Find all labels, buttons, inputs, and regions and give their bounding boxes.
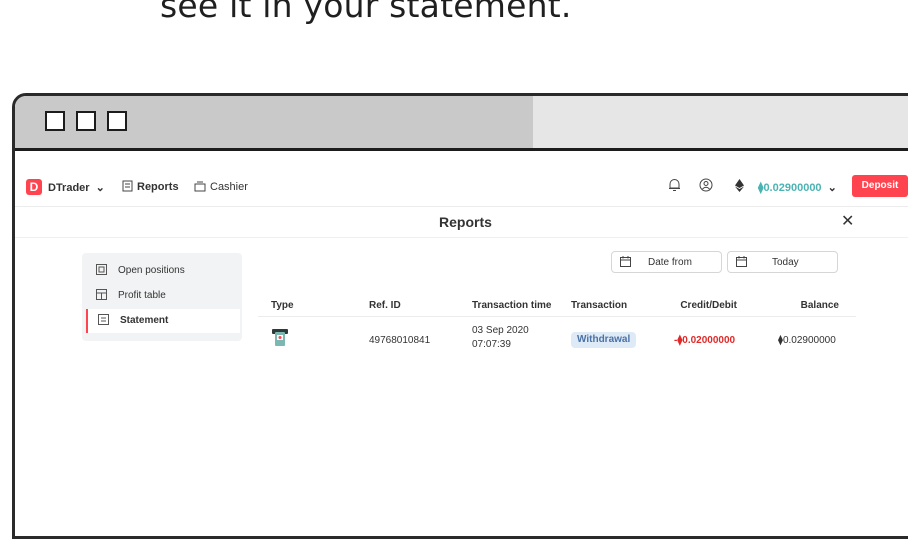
balance-value: 0.02900000 [763,182,822,194]
date-to-picker[interactable]: Today [727,251,838,273]
page-title: Reports [439,214,492,230]
open-positions-icon [96,264,107,278]
eth-currency-icon [735,179,744,195]
column-header-type: Type [271,300,294,311]
column-header-balance: Balance [800,300,839,311]
row-balance-value: 0.02900000 [782,335,836,346]
column-header-transaction-time: Transaction time [472,300,552,311]
row-credit-debit: -⧫0.02000000 [674,335,735,346]
sidebar-item-label: Profit table [118,290,166,301]
sidebar-item-label: Statement [120,315,169,326]
window-button-2[interactable] [76,111,96,131]
transaction-type-badge: Withdrawal [571,332,637,348]
deriv-logo[interactable]: D [26,179,42,195]
close-icon[interactable]: ✕ [841,211,854,231]
caption-text: see it in your statement. [160,0,572,25]
column-header-ref-id: Ref. ID [369,300,401,311]
calendar-icon [620,256,631,270]
account-balance[interactable]: ⧫0.02900000 ⌄ [758,181,837,194]
sidebar-item-open-positions[interactable]: Open positions [86,259,238,283]
window-button-3[interactable] [107,111,127,131]
nav-cashier-link[interactable]: Cashier [210,181,248,193]
row-time-clock: 07:07:39 [472,339,511,350]
account-icon[interactable] [699,178,713,195]
sidebar-item-profit-table[interactable]: Profit table [86,284,238,308]
window-button-1[interactable] [45,111,65,131]
cashier-icon [194,180,206,195]
window-titlebar [15,96,908,148]
titlebar-divider [15,148,908,151]
row-time-date: 03 Sep 2020 [472,325,529,336]
column-header-credit-debit: Credit/Debit [680,300,737,311]
deposit-button[interactable]: Deposit [852,175,908,197]
row-balance: ⧫0.02900000 [778,335,836,346]
date-from-picker[interactable]: Date from [611,251,722,273]
app-window: D DTrader ⌄ Reports Cashier ⧫0.02900000 … [12,93,908,539]
chevron-down-icon: ⌄ [827,182,837,194]
date-to-value: Today [772,257,799,268]
nav-reports-link[interactable]: Reports [137,181,179,193]
sidebar-item-statement[interactable]: Statement [86,309,240,333]
calendar-icon [736,256,747,270]
titlebar-left [15,96,533,148]
statement-icon [98,314,109,328]
column-header-transaction: Transaction [571,300,628,311]
row-amount-value: 0.02000000 [682,335,736,346]
reports-header: Reports ✕ [15,207,908,238]
date-from-value: Date from [648,257,692,268]
platform-label: DTrader [48,182,90,194]
table-header-divider [258,316,856,317]
platform-switcher[interactable]: DTrader ⌄ [48,181,105,194]
chevron-down-icon: ⌄ [95,182,105,194]
withdrawal-icon [272,329,288,347]
top-nav: D DTrader ⌄ Reports Cashier ⧫0.02900000 … [15,170,908,207]
bell-icon[interactable] [668,178,681,195]
titlebar-right [533,96,908,148]
profit-table-icon [96,289,107,303]
row-ref-id[interactable]: 49768010841 [369,335,430,346]
sidebar-item-label: Open positions [118,265,185,276]
reports-icon [122,180,133,195]
reports-sidebar: Open positions Profit table Statement [82,253,242,341]
